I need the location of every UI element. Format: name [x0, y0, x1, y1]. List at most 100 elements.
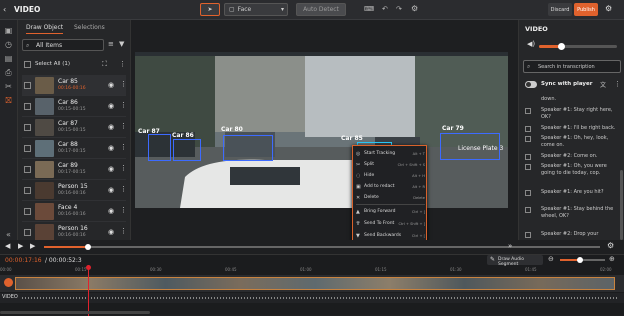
print-icon[interactable]: ⎙	[4, 68, 13, 77]
undo-icon[interactable]: ↶	[382, 5, 388, 13]
zoom-slider[interactable]	[560, 257, 605, 263]
sync-toggle[interactable]	[525, 81, 537, 88]
more-icon[interactable]: ⋮	[614, 80, 621, 88]
object-checkbox[interactable]	[24, 103, 31, 110]
object-checkbox[interactable]	[24, 187, 31, 194]
discard-button[interactable]: Discard	[548, 3, 572, 16]
bbox-car-87[interactable]	[148, 134, 171, 161]
transcript-checkbox[interactable]	[525, 164, 531, 170]
tool-type-select[interactable]: ▢ Face ▾	[224, 3, 288, 16]
zoom-in-icon[interactable]: ⊕	[609, 255, 615, 263]
transcript-line[interactable]: Speaker #1: Stay right here, OK?	[523, 107, 619, 125]
object-list-item[interactable]: Face 4 00:16-00:16 ◉ ⋮	[22, 201, 127, 222]
bbox-car-80[interactable]	[223, 135, 273, 161]
redo-icon[interactable]: ↷	[396, 5, 402, 13]
translate-icon[interactable]: 文	[600, 80, 606, 89]
context-menu-item[interactable]: ✕ Delete Delete	[356, 193, 425, 202]
transcript-checkbox[interactable]	[525, 190, 531, 196]
object-checkbox[interactable]	[24, 145, 31, 152]
volume-slider[interactable]	[539, 43, 617, 50]
draw-audio-segment-button[interactable]: ✎ Draw Audio Segment	[487, 255, 543, 267]
select-all-checkbox[interactable]	[24, 61, 31, 68]
more-icon[interactable]: ⋮	[120, 164, 127, 172]
collapse-icon[interactable]: «	[4, 230, 13, 239]
expand-icon[interactable]: »	[508, 242, 512, 250]
player-settings-icon[interactable]: ⚙	[607, 241, 614, 250]
document-icon[interactable]: ▤	[4, 54, 13, 63]
transcript-checkbox[interactable]	[525, 154, 531, 160]
zoom-out-icon[interactable]: ⊖	[548, 255, 554, 263]
next-frame-icon[interactable]: ▶	[30, 242, 35, 250]
transcript-line[interactable]: Speaker #1: Oh, you were going to die to…	[523, 163, 619, 181]
sort-icon[interactable]: ≡	[108, 40, 114, 48]
object-marker-icon[interactable]	[4, 278, 13, 287]
more-icon[interactable]: ⋮	[119, 60, 126, 68]
playhead[interactable]	[88, 265, 89, 316]
object-list-item[interactable]: Car 87 00:15-00:15 ◉ ⋮	[22, 117, 127, 138]
audio-track[interactable]: VIDEO	[0, 293, 624, 303]
eye-icon[interactable]: ◉	[108, 186, 114, 194]
transcription-search-input[interactable]: ⌕ Search in transcription	[523, 60, 621, 73]
media-icon[interactable]: ▣	[4, 26, 13, 35]
back-icon[interactable]: ‹	[3, 5, 6, 14]
playhead-handle[interactable]	[86, 265, 91, 270]
context-menu-item[interactable]: ◌ Hide Alt + H	[356, 171, 425, 180]
video-thumbnail-strip[interactable]	[15, 277, 615, 290]
tab-draw-object[interactable]: Draw Object	[26, 24, 64, 34]
play-icon[interactable]: ▶	[18, 242, 23, 250]
eye-icon[interactable]: ◉	[108, 102, 114, 110]
transcript-line[interactable]: Speaker #1: Are you hit?	[523, 189, 619, 207]
bbox-car-86[interactable]	[173, 139, 201, 161]
transcript-checkbox[interactable]	[525, 232, 531, 238]
object-list-item[interactable]: Person 15 00:16-00:16 ◉ ⋮	[22, 180, 127, 201]
context-menu-item[interactable]: ▼ Send Backwards Ctrl + [	[356, 231, 425, 240]
video-canvas[interactable]: Car 87 Car 86 Car 80 Car 85 Car 79 Licen…	[135, 52, 508, 208]
redact-tool-icon[interactable]: ⛝	[4, 96, 13, 105]
eye-icon[interactable]: ◉	[108, 228, 114, 236]
object-list-item[interactable]: Car 89 00:17-00:15 ◉ ⋮	[22, 159, 127, 180]
transcript-checkbox[interactable]	[525, 126, 531, 132]
layout-settings-icon[interactable]: ⚙	[605, 4, 612, 13]
transcript-checkbox[interactable]	[525, 108, 531, 114]
object-checkbox[interactable]	[24, 82, 31, 89]
more-icon[interactable]: ⋮	[120, 185, 127, 193]
object-checkbox[interactable]	[24, 124, 31, 131]
transcript-checkbox[interactable]	[525, 207, 531, 213]
eye-icon[interactable]: ◉	[108, 123, 114, 131]
transcript-checkbox[interactable]	[525, 136, 531, 142]
context-menu-item[interactable]: ◎ Start Tracking Alt + T	[356, 149, 425, 158]
object-checkbox[interactable]	[24, 208, 31, 215]
seek-handle[interactable]	[85, 244, 92, 250]
more-icon[interactable]: ⋮	[120, 122, 127, 130]
timeline-scrollbar[interactable]	[0, 311, 150, 314]
object-checkbox[interactable]	[24, 166, 31, 173]
more-icon[interactable]: ⋮	[120, 143, 127, 151]
filter-icon[interactable]: ▼	[119, 40, 124, 48]
history-icon[interactable]: ◷	[4, 40, 13, 49]
context-menu-item[interactable]: ⇈ Send To Front Ctrl + Shift + ]	[356, 219, 425, 228]
transcript-line[interactable]: Speaker #1: Stay behind the wheel, OK?	[523, 206, 619, 224]
auto-detect-button[interactable]: Auto Detect	[296, 3, 346, 16]
more-icon[interactable]: ⋮	[120, 101, 127, 109]
object-track[interactable]	[0, 275, 624, 292]
zoom-handle[interactable]	[577, 257, 584, 263]
object-list-item[interactable]: Car 86 00:15-00:15 ◉ ⋮	[22, 96, 127, 117]
eye-icon[interactable]: ◉	[108, 81, 114, 89]
seek-bar[interactable]	[44, 244, 600, 250]
more-icon[interactable]: ⋮	[120, 80, 127, 88]
search-items-input[interactable]: ⌕ All Items	[22, 39, 104, 51]
transcript-line[interactable]: Speaker #1: Oh, hey, look, come on.	[523, 135, 619, 153]
tab-selections[interactable]: Selections	[74, 24, 105, 34]
previous-frame-icon[interactable]: ◀	[5, 242, 10, 250]
context-menu-item[interactable]: ▣ Add to redact Alt + R	[356, 182, 425, 191]
object-checkbox[interactable]	[24, 229, 31, 236]
select-tool-button[interactable]: ➤	[200, 3, 220, 16]
more-icon[interactable]: ⋮	[120, 206, 127, 214]
scissors-icon[interactable]: ✂	[4, 82, 13, 91]
object-list-item[interactable]: Car 85 00:16-00:16 ◉ ⋮	[22, 75, 127, 96]
settings-icon[interactable]: ⚙	[411, 4, 418, 13]
object-list-item[interactable]: Car 88 00:17-00:15 ◉ ⋮	[22, 138, 127, 159]
transcript-scrollbar[interactable]	[620, 170, 623, 240]
eye-icon[interactable]: ◉	[108, 165, 114, 173]
context-menu-item[interactable]: ▲ Bring Forward Ctrl + ]	[356, 207, 425, 216]
